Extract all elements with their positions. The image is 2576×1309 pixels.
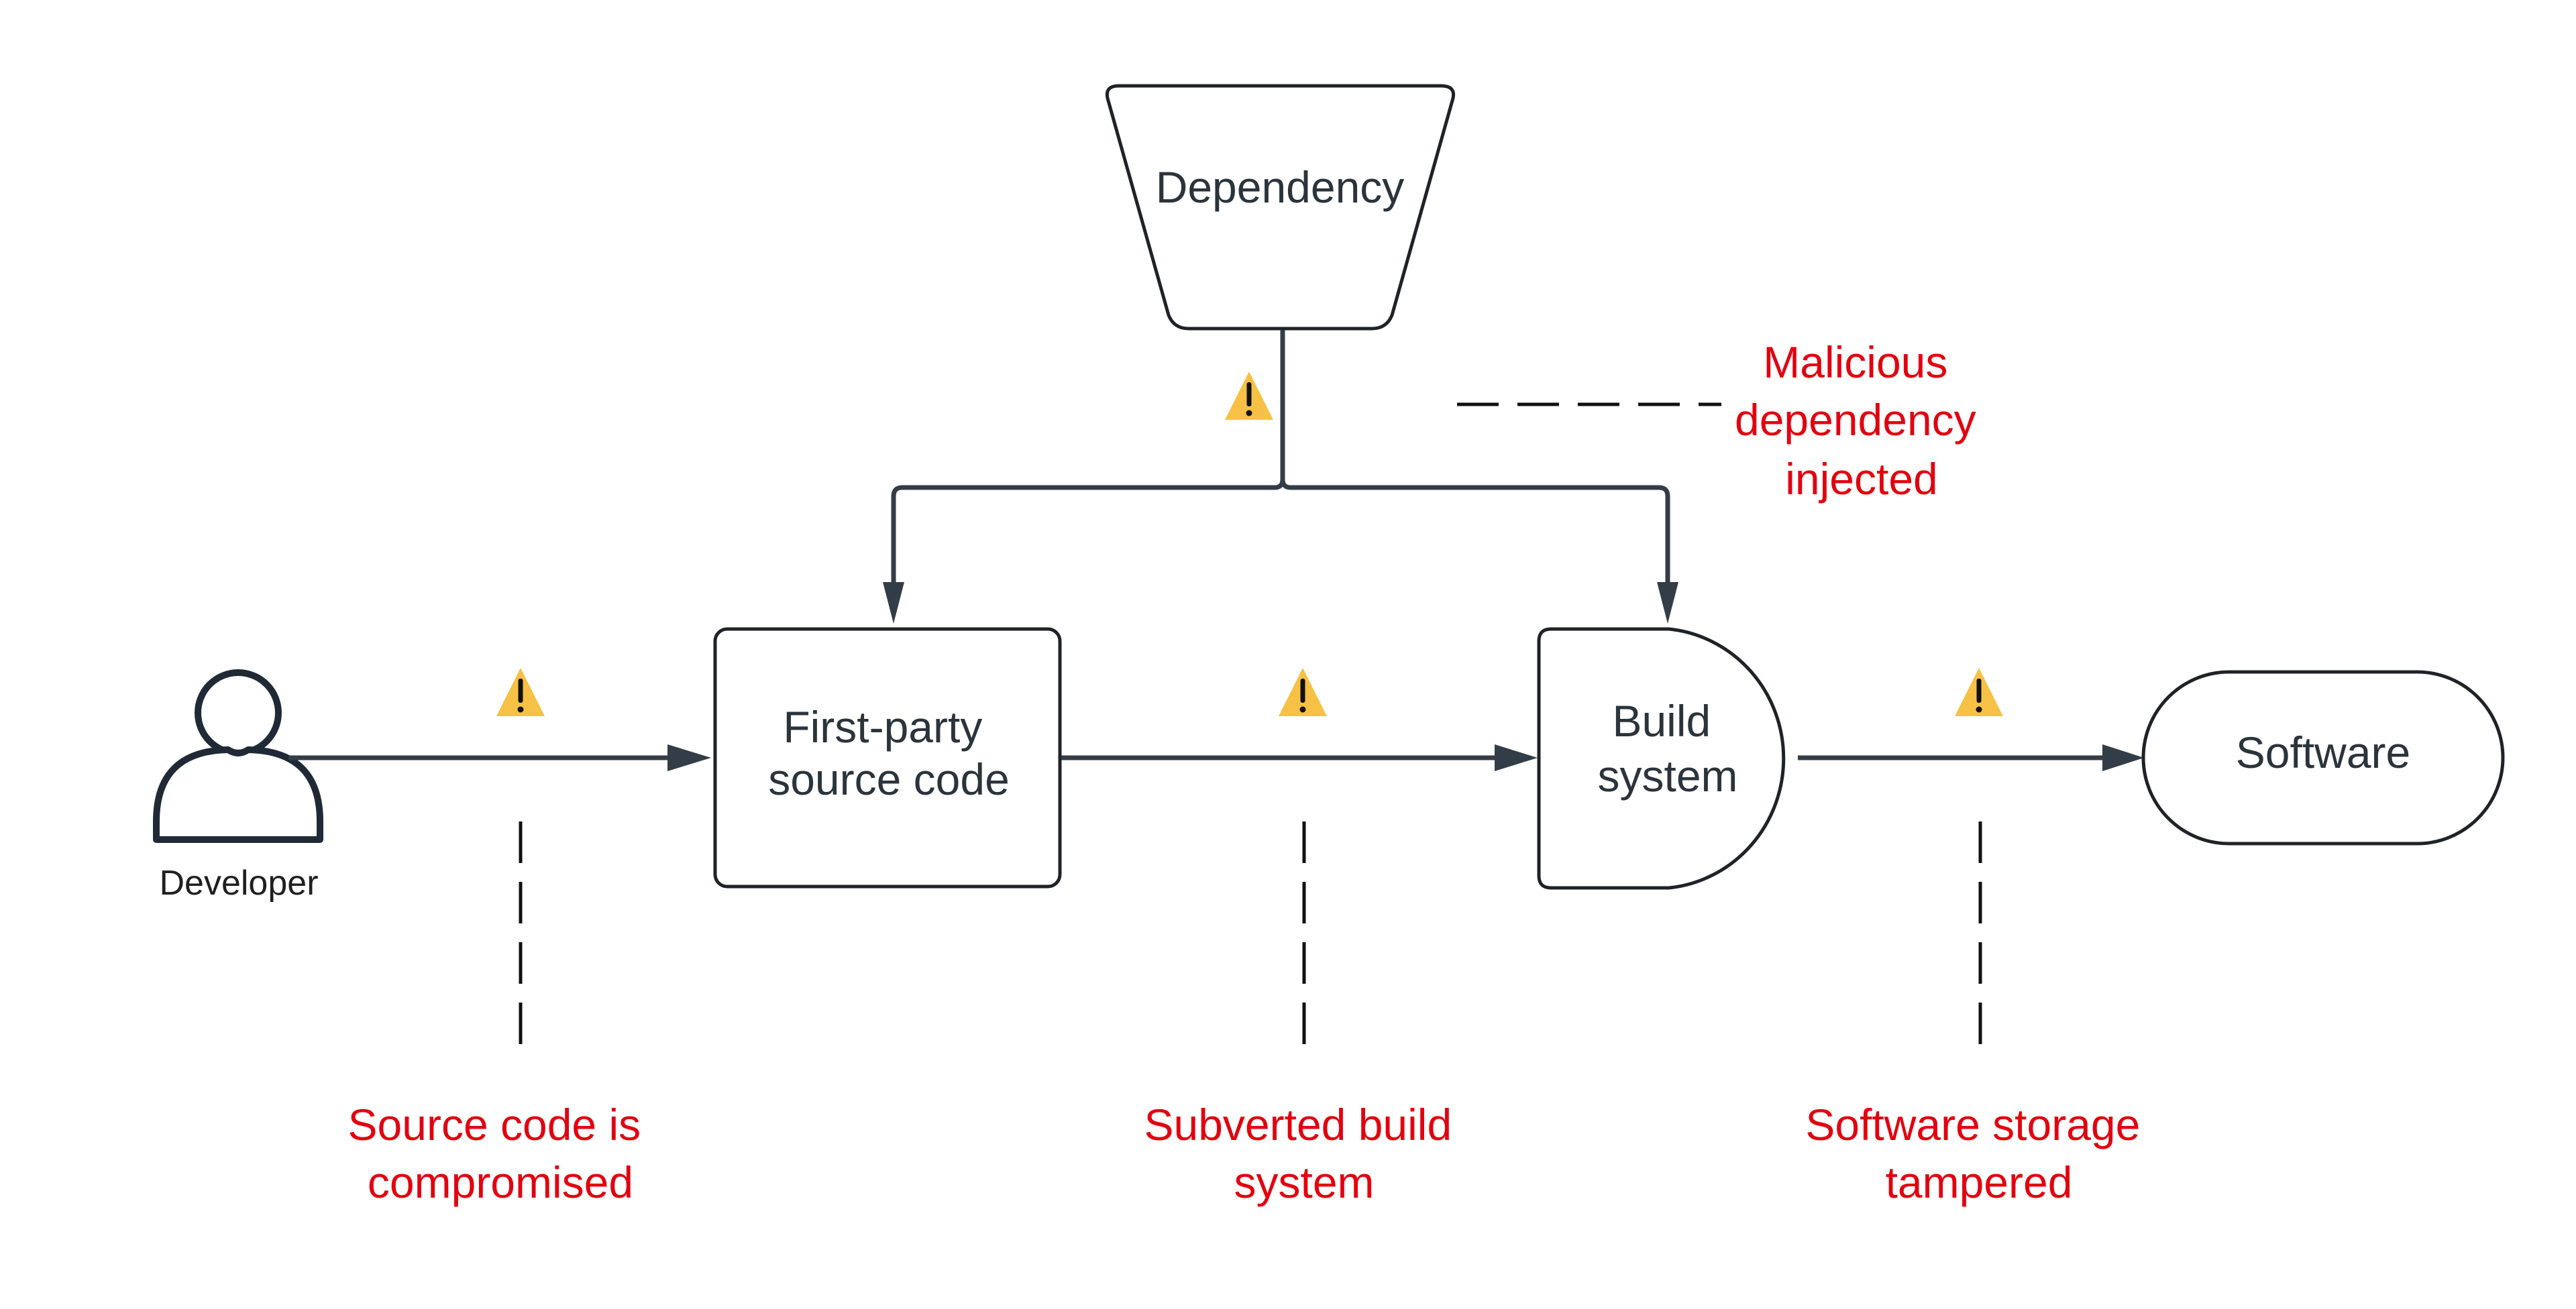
arrowhead-into-source — [883, 582, 904, 624]
dependency-to-build-edge — [1280, 479, 1670, 600]
source-code-label-line-2: source code — [768, 754, 1010, 804]
arrowhead-into-source-left — [667, 744, 711, 771]
developer-label: Developer — [159, 864, 318, 903]
arrowhead-into-build — [1657, 582, 1678, 624]
dependency-label: Dependency — [1156, 162, 1405, 212]
build-system-label-line-1: Build — [1612, 696, 1711, 746]
threat-label-dependency: Malicious dependency injected — [1735, 337, 1988, 504]
warning-icon-dependency — [1225, 372, 1273, 420]
warning-icon-developer-edge — [496, 668, 545, 716]
source-code-node[interactable]: First-party source code — [713, 627, 1062, 889]
threat-label-storage-line-2: tampered — [1886, 1157, 2073, 1207]
threat-label-storage: Software storage tampered — [1805, 1100, 2152, 1207]
dependency-connector — [883, 330, 1678, 624]
developer-actor[interactable]: Developer — [153, 669, 323, 903]
threat-label-source: Source code is compromised — [348, 1100, 653, 1207]
threat-label-dependency-line-2: dependency — [1735, 395, 1976, 445]
dependency-node[interactable]: Dependency — [1105, 84, 1456, 331]
build-system-node[interactable]: Build system — [1537, 627, 1786, 890]
threat-label-source-line-2: compromised — [368, 1157, 633, 1207]
threat-label-dependency-line-3: injected — [1785, 454, 1938, 504]
build-system-label-line-2: system — [1597, 751, 1737, 801]
dependency-to-source-edge — [891, 330, 1285, 600]
source-code-label-line-1: First-party — [783, 702, 982, 752]
threat-label-dependency-line-1: Malicious — [1763, 337, 1947, 387]
supply-chain-diagram: Dependency Malicious dependency injected… — [153, 84, 2505, 1207]
arrowhead-into-build-left — [1495, 744, 1538, 771]
software-label: Software — [2236, 728, 2410, 777]
arrowhead-into-software — [2102, 744, 2144, 771]
threat-label-build-line-1: Subverted build — [1144, 1100, 1452, 1149]
warning-icon-software-edge — [1955, 668, 2003, 716]
threat-label-build-line-2: system — [1234, 1157, 1374, 1207]
threat-label-build: Subverted build system — [1144, 1100, 1464, 1207]
warning-icon-build-edge — [1279, 668, 1327, 716]
threat-label-storage-line-1: Software storage — [1805, 1100, 2140, 1149]
software-node[interactable]: Software — [2141, 670, 2505, 846]
threat-label-source-line-1: Source code is — [348, 1100, 641, 1149]
